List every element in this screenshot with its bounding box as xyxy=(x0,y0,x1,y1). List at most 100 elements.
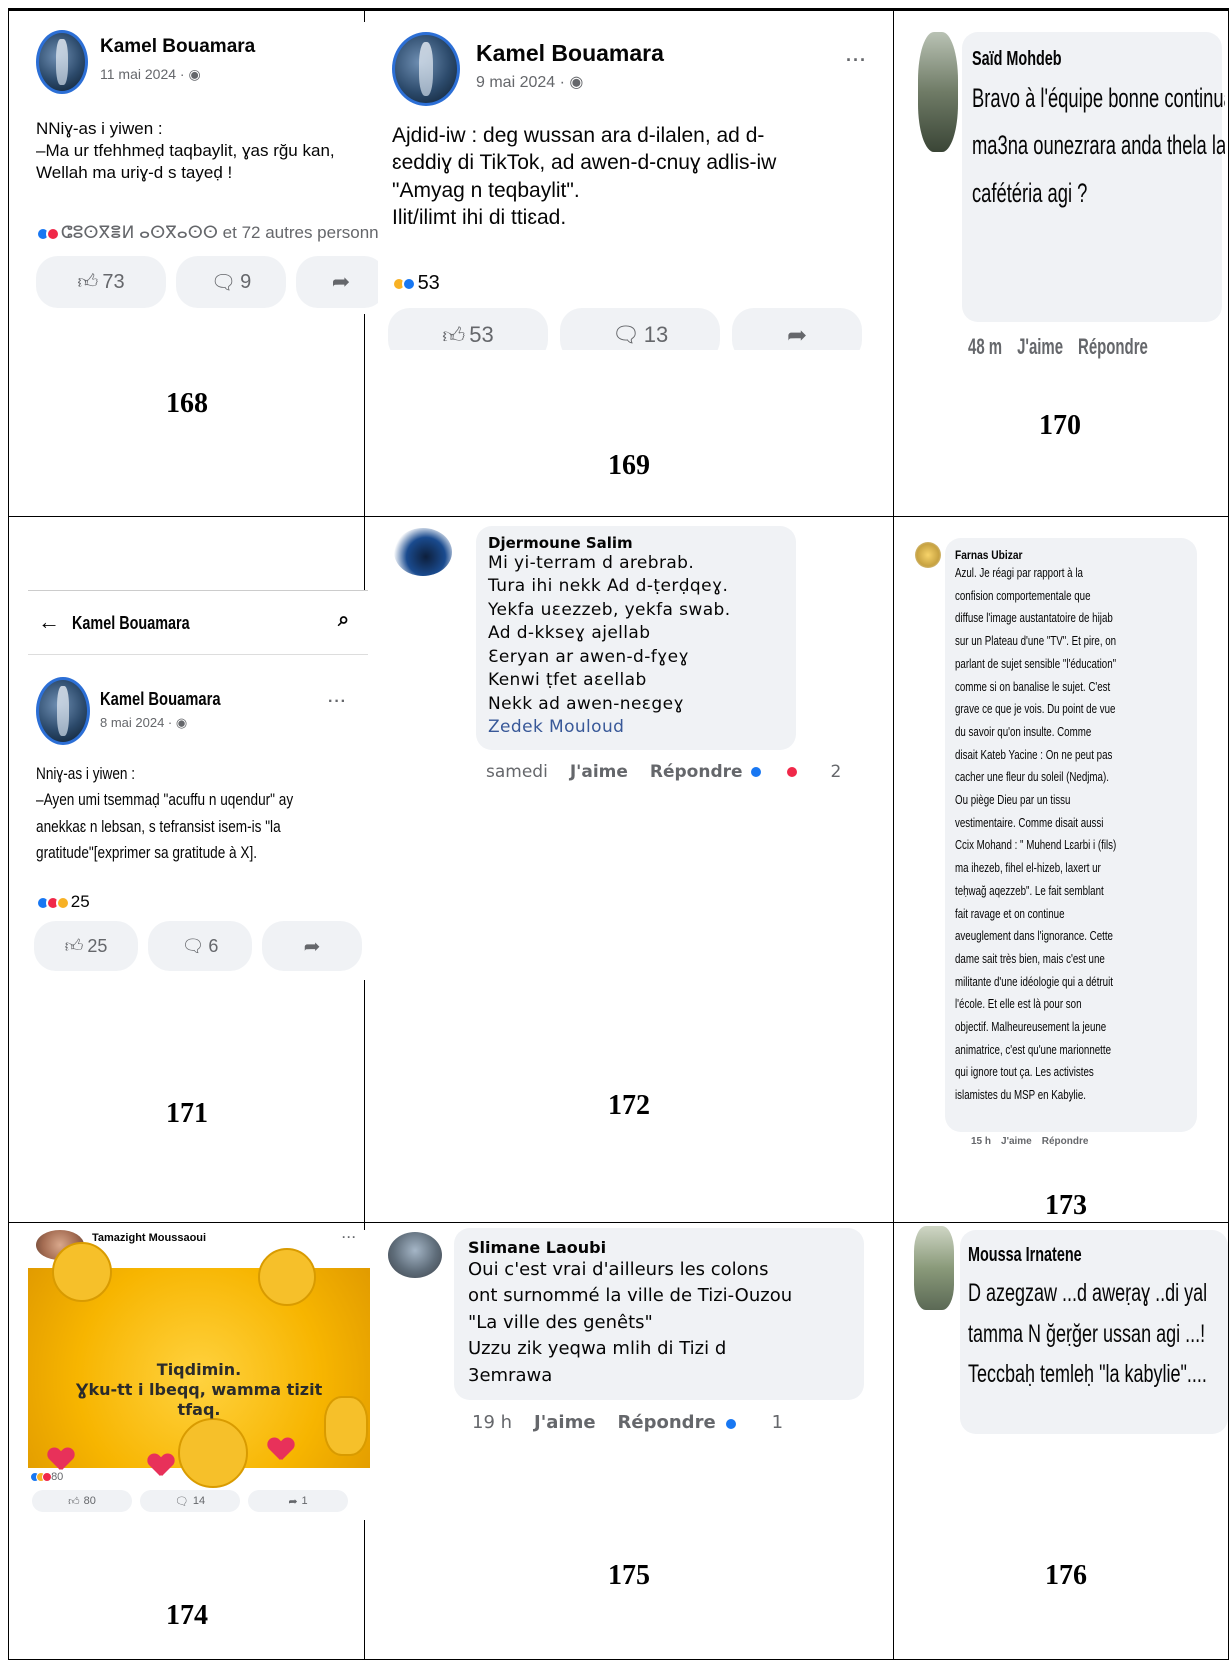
avatar[interactable] xyxy=(392,32,460,106)
comment-text: Bravo à l'équipe bonne continuation, ma3… xyxy=(972,83,1225,208)
share-icon: ➦ xyxy=(786,321,808,349)
item-number: 168 xyxy=(166,388,208,419)
app-header: ← Kamel Bouamara ⌕ xyxy=(28,591,368,655)
comment-time: samedi xyxy=(486,762,548,782)
like-button[interactable]: 👍︎ 25 xyxy=(34,921,138,971)
share-button[interactable]: ➦ xyxy=(732,308,862,350)
like-link[interactable]: J'aime xyxy=(1017,334,1063,359)
comment-button[interactable]: 🗨︎ 9 xyxy=(176,256,286,308)
comment-icon: 🗨︎ xyxy=(174,1495,189,1508)
facebook-post: ← Kamel Bouamara ⌕ Kamel Bouamara 8 mai … xyxy=(28,590,368,980)
post-text: Ajdid-iw : deg wussan ara d-ilalen, ad d… xyxy=(392,124,777,229)
comment-text: D azegzaw ...d aweṛaɣ ..di yal tamma N ğ… xyxy=(968,1279,1208,1388)
post-author[interactable]: Tamazight Moussaoui xyxy=(92,1232,206,1244)
share-button[interactable]: ➦ 1 xyxy=(248,1490,348,1512)
header-title: Kamel Bouamara xyxy=(72,613,190,633)
reply-link[interactable]: Répondre xyxy=(650,762,743,782)
reply-link[interactable]: Répondre xyxy=(1078,334,1148,359)
avatar[interactable] xyxy=(918,32,958,152)
comment-button[interactable]: 🗨︎ 13 xyxy=(560,308,720,350)
like-link[interactable]: J'aime xyxy=(1001,1136,1032,1147)
post-date: 11 mai 2024 · ◉ xyxy=(100,66,201,82)
post-text: Nniɣ-as i yiwen : –Ayen umi tsemmaḍ "acu… xyxy=(36,764,294,863)
comment: Moussa Irnatene D azegzaw ...d aweṛaɣ ..… xyxy=(910,1226,1228,1448)
comment-button[interactable]: 🗨︎ 6 xyxy=(148,921,252,971)
comment-meta: 48 m J'aime Répondre xyxy=(968,334,1163,360)
comment-meta: samedi J'aime Répondre 2 xyxy=(486,762,842,782)
comment-author[interactable]: Djermoune Salim xyxy=(488,534,784,552)
more-icon[interactable]: ··· xyxy=(342,1230,357,1244)
comment-icon: 🗨︎ xyxy=(181,935,205,956)
comment-button[interactable]: 🗨︎ 14 xyxy=(140,1490,240,1512)
image-text: Tiqdimin. Ɣku-tt i lbeqq, wamma tizit tf… xyxy=(75,1360,323,1419)
item-number: 173 xyxy=(1045,1190,1087,1221)
avatar[interactable] xyxy=(915,542,941,568)
comment-author[interactable]: Farnas Ubizar xyxy=(955,548,1152,562)
comment: Djermoune Salim Mi yi-terram d arebrab. … xyxy=(380,520,890,790)
emoji-decoration xyxy=(258,1248,316,1306)
thumbs-up-icon: 👍︎ xyxy=(77,271,99,293)
avatar[interactable] xyxy=(36,677,90,745)
item-number: 169 xyxy=(608,450,650,481)
post-text: NNiɣ-as i yiwen : –Ma ur tfehhmeḍ taqbay… xyxy=(36,119,335,183)
item-number: 174 xyxy=(166,1600,208,1631)
mention-link[interactable]: Zedek Mouloud xyxy=(488,716,784,739)
like-link[interactable]: J'aime xyxy=(534,1412,596,1433)
post-image: Tiqdimin. Ɣku-tt i lbeqq, wamma tizit tf… xyxy=(28,1242,370,1488)
comment-text: Mi yi-terram d arebrab. Tura ihi nekk Ad… xyxy=(488,552,784,740)
grid-line xyxy=(893,8,894,1660)
comment: Farnas Ubizar Azul. Je réagi par rapport… xyxy=(905,526,1205,1156)
comment-time: 48 m xyxy=(968,334,1003,359)
thumbs-up-icon: 👍︎ xyxy=(64,936,84,956)
post-date: 8 mai 2024 · ◉ xyxy=(100,715,188,730)
reactions-summary[interactable]: 53 xyxy=(392,270,440,297)
comment-time: 19 h xyxy=(472,1412,513,1433)
reply-link[interactable]: Répondre xyxy=(618,1412,716,1433)
post-author[interactable]: Kamel Bouamara xyxy=(100,689,221,710)
share-button[interactable]: ➦ xyxy=(262,921,362,971)
comment: Slimane Laoubi Oui c'est vrai d'ailleurs… xyxy=(380,1228,890,1448)
avatar[interactable] xyxy=(914,1226,954,1310)
emoji-decoration xyxy=(178,1418,248,1488)
avatar[interactable] xyxy=(36,30,88,94)
reactions-summary[interactable]: 25 xyxy=(36,891,90,914)
facebook-post: Kamel Bouamara 11 mai 2024 · ◉ NNiɣ-as i… xyxy=(28,22,378,314)
emoji-decoration xyxy=(52,1242,112,1302)
comment-author[interactable]: Slimane Laoubi xyxy=(468,1238,850,1257)
item-number: 170 xyxy=(1039,410,1081,441)
back-arrow-icon[interactable]: ← xyxy=(38,609,60,635)
like-button[interactable]: 👍︎ 80 xyxy=(32,1490,132,1512)
like-link[interactable]: J'aime xyxy=(570,762,628,782)
reply-link[interactable]: Répondre xyxy=(1042,1136,1089,1147)
globe-icon: ◉ xyxy=(188,66,201,82)
share-icon: ➦ xyxy=(303,935,321,958)
comment-bubble: Moussa Irnatene D azegzaw ...d aweṛaɣ ..… xyxy=(960,1230,1228,1434)
post-author[interactable]: Kamel Bouamara xyxy=(476,40,664,67)
grid-line xyxy=(8,516,1229,517)
post-date: 9 mai 2024 · ◉ xyxy=(476,74,584,91)
like-button[interactable]: 👍︎ 73 xyxy=(36,256,166,308)
reaction-icons xyxy=(748,762,821,782)
heart-decoration xyxy=(268,1438,294,1460)
item-number: 171 xyxy=(166,1098,208,1129)
avatar[interactable] xyxy=(388,1232,442,1278)
reaction-icons xyxy=(392,271,416,297)
reaction-icons xyxy=(723,1413,760,1434)
heart-decoration xyxy=(148,1454,174,1476)
share-button[interactable]: ➦ xyxy=(296,256,378,308)
post-author[interactable]: Kamel Bouamara xyxy=(100,36,255,58)
comment-meta: 15 h J'aime Répondre xyxy=(971,1136,1110,1147)
comment-author[interactable]: Saïd Mohdeb xyxy=(972,48,1145,71)
reaction-icons xyxy=(30,1470,52,1484)
globe-icon: ◉ xyxy=(569,74,584,91)
comment-author[interactable]: Moussa Irnatene xyxy=(968,1244,1149,1267)
search-icon[interactable]: ⌕ xyxy=(338,609,349,632)
avatar[interactable] xyxy=(394,528,452,576)
more-icon[interactable]: ··· xyxy=(846,50,867,71)
reactions-summary[interactable]: 80 xyxy=(30,1470,63,1484)
like-button[interactable]: 👍︎ 53 xyxy=(388,308,548,350)
reactions-summary[interactable]: ⵛⵓⵙⴳⴻⵍ ⴰⵙⴳⴰⵙⵙ et 72 autres personne xyxy=(36,222,378,245)
comment-icon: 🗨︎ xyxy=(611,322,640,347)
more-icon[interactable]: ··· xyxy=(328,693,347,711)
share-icon: ➦ xyxy=(288,1495,298,1508)
